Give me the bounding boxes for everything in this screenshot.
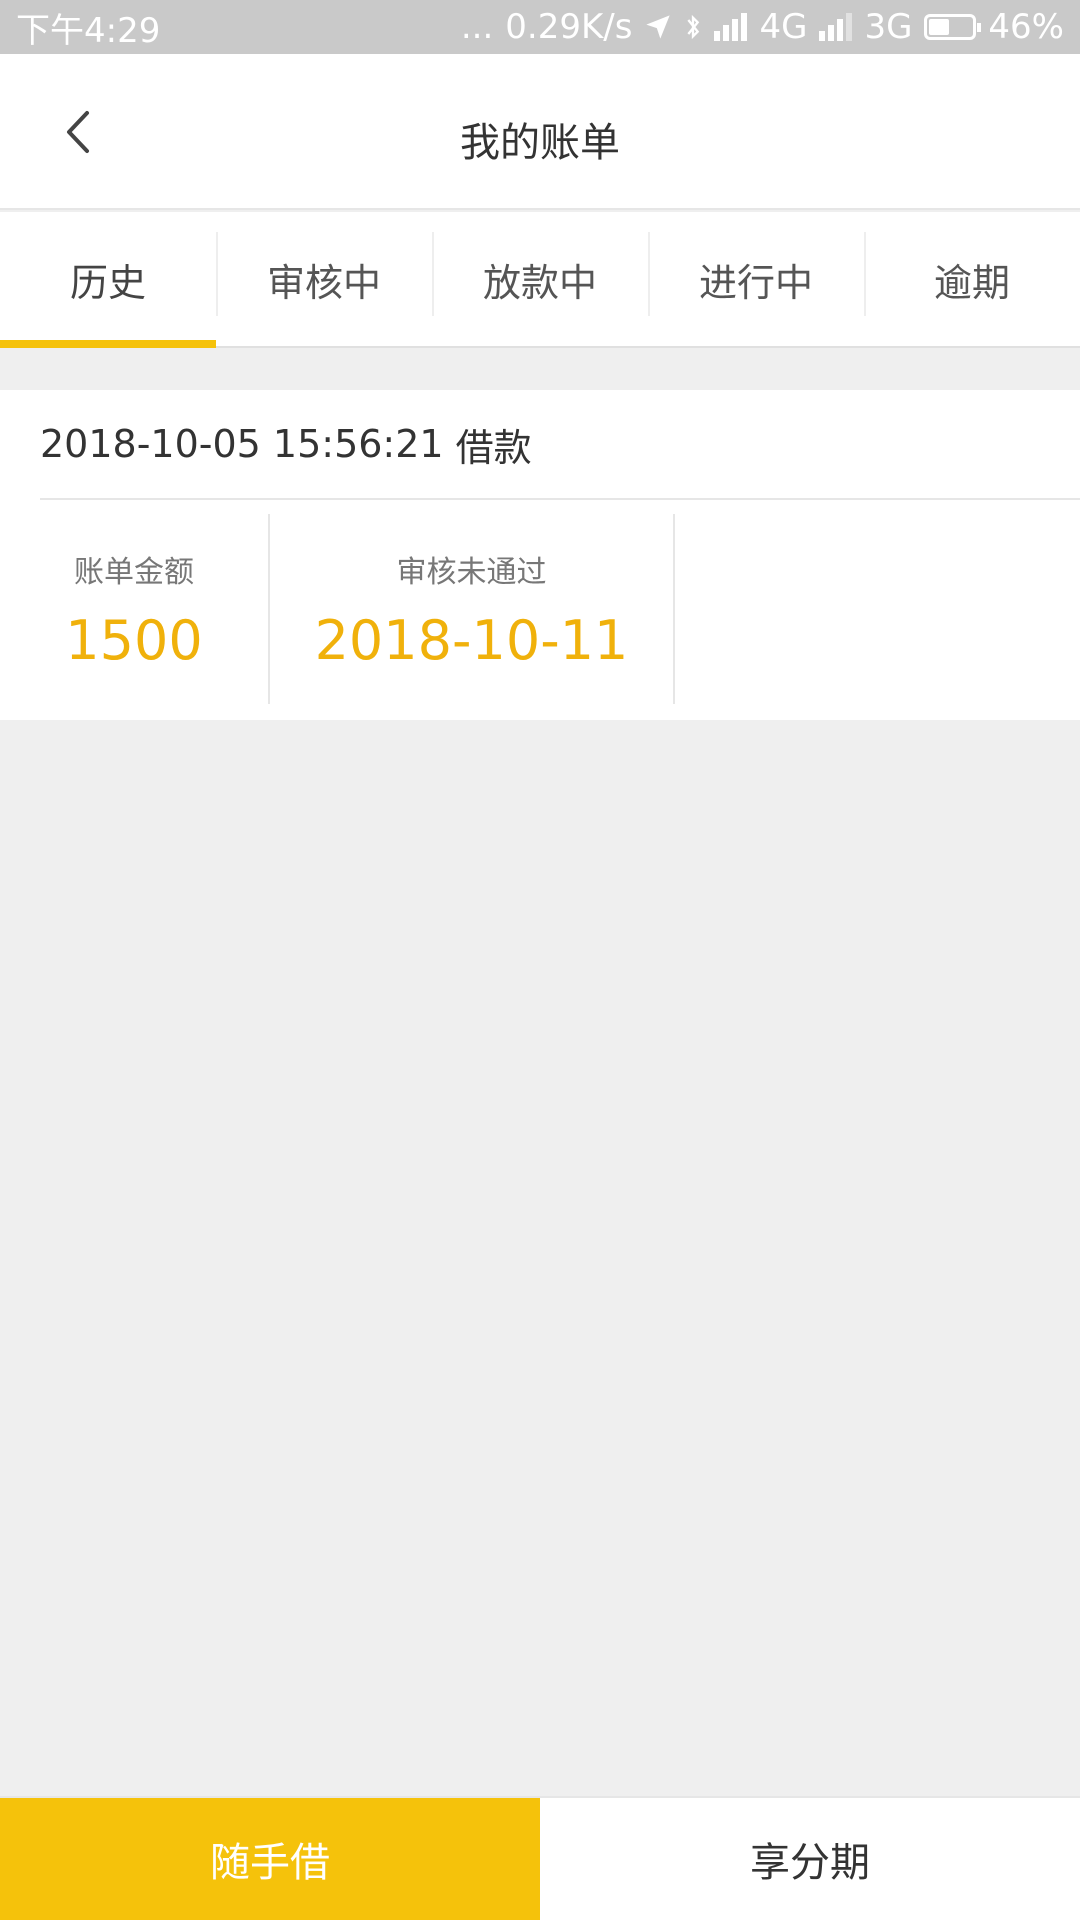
- battery-percent: 46%: [988, 7, 1064, 47]
- status-bar: 下午4:29 ... 0.29K/s 4G 3G 46%: [0, 0, 1080, 54]
- network-speed: 0.29K/s: [505, 7, 633, 47]
- bill-status-column: 审核未通过 2018-10-11: [270, 514, 675, 704]
- tab-in-progress[interactable]: 进行中: [648, 212, 864, 346]
- nav-bar: 我的账单: [0, 54, 1080, 210]
- bill-amount-label: 账单金额: [74, 554, 194, 590]
- installment-button[interactable]: 享分期: [540, 1798, 1080, 1920]
- bill-status-date: 2018-10-11: [314, 608, 629, 672]
- tab-overdue[interactable]: 逾期: [864, 212, 1080, 346]
- notification-dots: ...: [460, 7, 494, 47]
- bluetooth-icon: [687, 14, 700, 40]
- tab-disbursing[interactable]: 放款中: [432, 212, 648, 346]
- bill-datetime: 2018-10-05 15:56:21: [40, 422, 444, 466]
- bill-card[interactable]: 2018-10-05 15:56:21 借款 账单金额 1500 审核未通过 2…: [0, 390, 1080, 720]
- bill-type: 借款: [455, 425, 532, 470]
- bill-details: 账单金额 1500 审核未通过 2018-10-11: [0, 514, 675, 704]
- tab-under-review[interactable]: 审核中: [216, 212, 432, 346]
- network-type-1: 4G: [759, 7, 808, 47]
- status-time: 下午4:29: [16, 10, 161, 51]
- network-type-2: 3G: [864, 7, 913, 47]
- bill-status-label: 审核未通过: [396, 554, 547, 590]
- status-indicators: ... 0.29K/s 4G 3G 46%: [461, 7, 1064, 47]
- tab-history[interactable]: 历史: [0, 212, 216, 348]
- page-title: 我的账单: [460, 120, 620, 166]
- signal-icon: [819, 13, 853, 41]
- battery-icon: [924, 14, 982, 40]
- quick-loan-button[interactable]: 随手借: [0, 1798, 540, 1920]
- tab-bar: 历史 审核中 放款中 进行中 逾期: [0, 212, 1080, 348]
- bill-amount-column: 账单金额 1500: [0, 514, 270, 704]
- bill-header: 2018-10-05 15:56:21 借款: [40, 390, 1080, 500]
- bill-amount-value: 1500: [65, 608, 203, 672]
- signal-icon: [714, 13, 748, 41]
- bottom-nav: 随手借 享分期: [0, 1796, 1080, 1920]
- location-arrow-icon: [646, 15, 671, 39]
